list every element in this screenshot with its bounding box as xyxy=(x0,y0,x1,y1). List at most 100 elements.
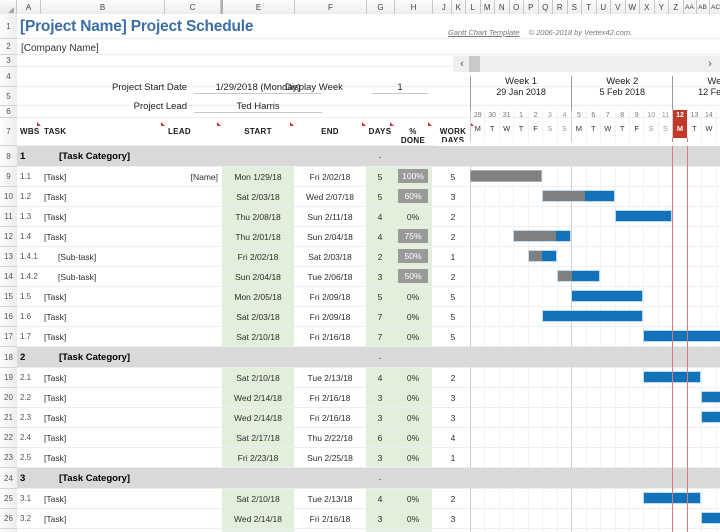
cell-start[interactable]: Sat 2/17/18 xyxy=(222,428,294,447)
cell-lead[interactable] xyxy=(165,509,218,528)
row-header-26[interactable]: 26 xyxy=(0,509,17,529)
gantt-bar[interactable] xyxy=(701,512,720,524)
comment-marker-icon[interactable] xyxy=(217,122,221,126)
cell-end[interactable]: Sun 2/11/18 xyxy=(294,207,366,226)
cell-percent-done[interactable]: 0% xyxy=(394,448,432,467)
column-header-N[interactable]: N xyxy=(495,0,510,14)
cell-lead[interactable] xyxy=(165,408,218,427)
column-header-B[interactable]: B xyxy=(41,0,165,14)
column-header-R[interactable]: R xyxy=(553,0,568,14)
cell-days[interactable]: 5 xyxy=(366,167,394,186)
gantt-pane[interactable]: ‹ › Week 129 Jan 2018Week 25 Feb 2018Wee… xyxy=(435,14,720,532)
row-header-20[interactable]: 20 xyxy=(0,388,17,408)
row-header-11[interactable]: 11 xyxy=(0,207,17,227)
calendar-day-13[interactable]: 13T xyxy=(687,110,701,138)
column-header-AB[interactable]: AB xyxy=(697,0,710,14)
comment-marker-icon[interactable] xyxy=(37,122,41,126)
column-header-V[interactable]: V xyxy=(611,0,626,14)
gantt-bar[interactable] xyxy=(701,411,720,423)
cell-lead[interactable] xyxy=(165,489,218,508)
calendar-day-5[interactable]: 5M xyxy=(571,110,585,138)
cell-days[interactable]: 3 xyxy=(366,388,394,407)
column-header-AC[interactable]: AC xyxy=(710,0,720,14)
gantt-bar[interactable] xyxy=(470,170,542,182)
cell-end[interactable]: Tue 2/13/18 xyxy=(294,368,366,387)
cell-end[interactable]: Fri 2/16/18 xyxy=(294,408,366,427)
cell-start[interactable]: Sat 2/10/18 xyxy=(222,327,294,346)
cell-days[interactable]: 3 xyxy=(366,509,394,528)
comment-marker-icon[interactable] xyxy=(390,122,394,126)
cell-task[interactable]: [Task] xyxy=(44,327,164,346)
gantt-bar[interactable] xyxy=(513,230,571,242)
cell-start[interactable]: Fri 2/23/18 xyxy=(222,448,294,467)
row-header-19[interactable]: 19 xyxy=(0,368,17,388)
cell-lead[interactable] xyxy=(165,448,218,467)
cell-lead[interactable]: [Name] xyxy=(165,167,218,186)
cell-days[interactable]: 7 xyxy=(366,307,394,326)
calendar-day-14[interactable]: 14W xyxy=(701,110,715,138)
cell-start[interactable]: Thu 2/01/18 xyxy=(222,227,294,246)
column-header-F[interactable]: F xyxy=(295,0,367,14)
cell-days[interactable]: 5 xyxy=(366,287,394,306)
row-header-12[interactable]: 12 xyxy=(0,227,17,247)
column-header-C[interactable]: C xyxy=(165,0,221,14)
calendar-day-9[interactable]: 9F xyxy=(629,110,643,138)
cell-start[interactable]: Sat 2/03/18 xyxy=(222,307,294,326)
column-header-Z[interactable]: Z xyxy=(669,0,684,14)
gantt-bar[interactable] xyxy=(643,330,720,342)
cell-end[interactable]: Tue 2/06/18 xyxy=(294,267,366,286)
cell-task[interactable]: [Task] xyxy=(44,307,164,326)
calendar-day-2[interactable]: 2F xyxy=(528,110,542,138)
calendar-day-30[interactable]: 30T xyxy=(484,110,498,138)
calendar-day-4[interactable]: 4S xyxy=(557,110,571,138)
column-header-X[interactable]: X xyxy=(640,0,655,14)
cell-task[interactable]: [Task] xyxy=(44,368,164,387)
row-header-15[interactable]: 15 xyxy=(0,287,17,307)
cell-wbs[interactable]: 1.4.2 xyxy=(20,267,60,286)
cell-wbs[interactable]: 1.4.1 xyxy=(20,247,60,266)
cell-lead[interactable] xyxy=(165,368,218,387)
cell-start[interactable]: Sat 2/03/18 xyxy=(222,187,294,206)
cell-task[interactable]: [Task] xyxy=(44,489,164,508)
cell-end[interactable]: Fri 2/09/18 xyxy=(294,287,366,306)
cell-percent-done[interactable]: 0% xyxy=(394,307,432,326)
cell-lead[interactable] xyxy=(165,207,218,226)
row-header-14[interactable]: 14 xyxy=(0,267,17,287)
calendar-day-11[interactable]: 11S xyxy=(658,110,672,138)
cell-task[interactable]: [Task] xyxy=(44,509,164,528)
row-header-23[interactable]: 23 xyxy=(0,448,17,468)
row-header-8[interactable]: 8 xyxy=(0,146,17,167)
row-header-17[interactable]: 17 xyxy=(0,327,17,347)
cell-days[interactable]: 4 xyxy=(366,368,394,387)
calendar-day-6[interactable]: 6T xyxy=(586,110,600,138)
gantt-bar[interactable] xyxy=(557,270,600,282)
gantt-bar[interactable] xyxy=(528,250,557,262)
cell-end[interactable]: Sun 2/25/18 xyxy=(294,448,366,467)
cell-end[interactable]: Fri 2/02/18 xyxy=(294,167,366,186)
cell-task[interactable]: [Task] xyxy=(44,207,164,226)
column-header-H[interactable]: H xyxy=(395,0,433,14)
cell-percent-done[interactable]: 60% xyxy=(398,189,428,203)
cell-percent-done[interactable]: 0% xyxy=(394,207,432,226)
scroll-left-icon[interactable]: ‹ xyxy=(455,58,469,70)
row-header-6[interactable]: 6 xyxy=(0,106,17,118)
row-header-7[interactable]: 7 xyxy=(0,118,17,146)
cell-lead[interactable] xyxy=(165,307,218,326)
value-project-lead[interactable]: Ted Harris xyxy=(194,101,322,113)
comment-marker-icon[interactable] xyxy=(362,122,366,126)
cell-days[interactable]: 3 xyxy=(366,267,394,286)
column-header-L[interactable]: L xyxy=(466,0,481,14)
cell-start[interactable]: Wed 2/14/18 xyxy=(222,509,294,528)
cell-start[interactable]: Fri 2/02/18 xyxy=(222,247,294,266)
column-header-AA[interactable]: AA xyxy=(684,0,697,14)
cell-percent-done[interactable]: 0% xyxy=(394,327,432,346)
calendar-day-3[interactable]: 3S xyxy=(542,110,556,138)
cell-end[interactable]: Fri 2/09/18 xyxy=(294,307,366,326)
cell-lead[interactable] xyxy=(165,227,218,246)
select-all-corner[interactable] xyxy=(0,0,17,14)
cell-lead[interactable] xyxy=(165,287,218,306)
cell-days[interactable]: 4 xyxy=(366,227,394,246)
sheet-surface[interactable]: [Project Name] Project Schedule [Company… xyxy=(17,14,720,532)
cell-start[interactable]: Wed 2/14/18 xyxy=(222,408,294,427)
cell-task[interactable]: [Task] xyxy=(44,287,164,306)
